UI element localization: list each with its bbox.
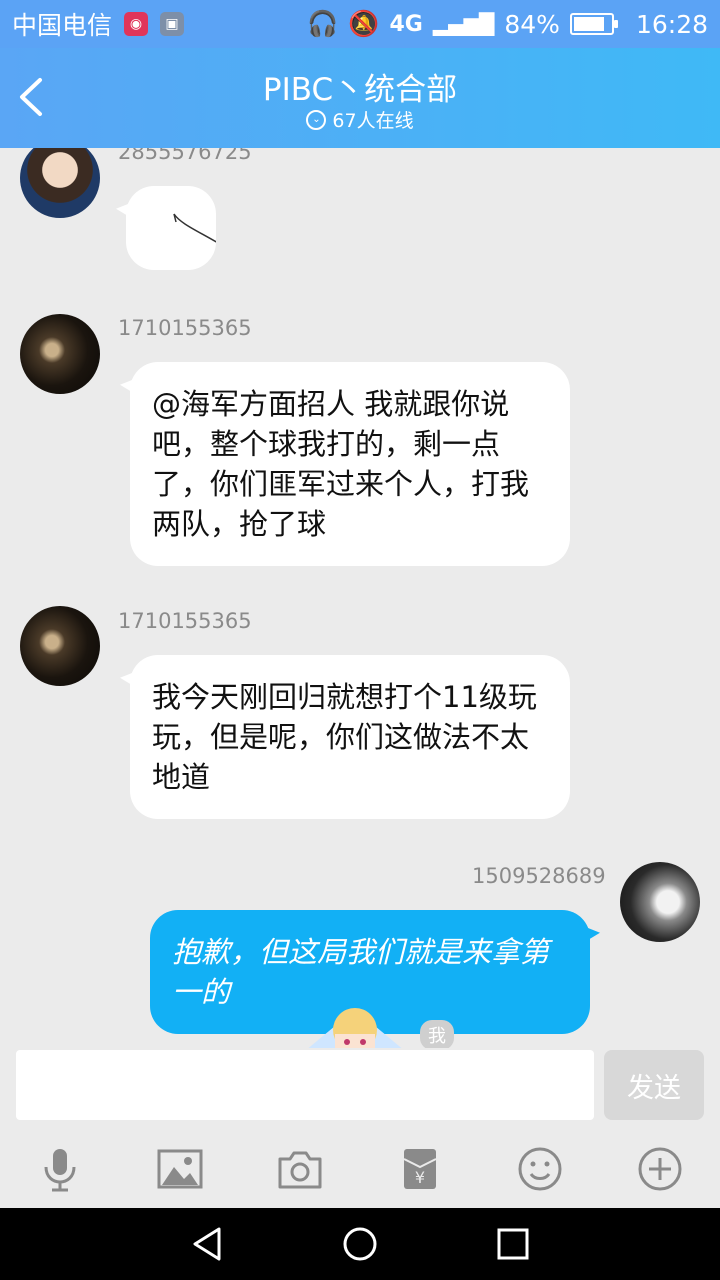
sender-id: 2855576725 xyxy=(118,148,252,164)
carrier-label: 中国电信 xyxy=(12,11,113,40)
chat-area[interactable]: 2855576725 1710155365 @海军方面招人 我就跟你说吧，整个球… xyxy=(0,148,720,1048)
red-packet-button[interactable]: ¥ xyxy=(360,1130,480,1208)
image-button[interactable] xyxy=(120,1130,240,1208)
online-count-label: 67人在线 xyxy=(332,110,414,132)
clock: 16:28 xyxy=(635,9,708,39)
chevron-down-icon: ⌄ xyxy=(306,109,327,130)
send-button[interactable]: 发送 xyxy=(604,1050,704,1120)
camera-icon xyxy=(278,1151,322,1189)
avatar[interactable] xyxy=(20,606,100,686)
image-icon xyxy=(157,1149,203,1189)
battery-icon xyxy=(569,13,618,35)
microphone-icon xyxy=(44,1149,76,1192)
signal-icon: ▂▄▆█ xyxy=(432,12,495,36)
chat-toolbar: ¥ xyxy=(0,1130,720,1208)
message-bubble[interactable]: 我今天刚回归就想打个11级玩玩，但是呢，你们这做法不太地道 xyxy=(130,655,570,819)
network-label: 4G xyxy=(389,11,423,37)
emoji-icon xyxy=(518,1147,562,1191)
more-button[interactable] xyxy=(600,1130,720,1208)
svg-text:¥: ¥ xyxy=(415,1168,425,1187)
anime-sticker xyxy=(308,1008,402,1048)
avatar[interactable] xyxy=(20,148,100,218)
gallery-app-icon: ▣ xyxy=(160,12,185,36)
headphones-icon: 🎧 xyxy=(307,9,339,38)
message-bubble[interactable] xyxy=(126,186,237,270)
system-nav-bar xyxy=(0,1208,720,1280)
online-count[interactable]: ⌄ 67人在线 xyxy=(0,106,720,133)
voice-button[interactable] xyxy=(0,1130,120,1208)
status-bar: 中国电信 ◉ ▣ 🎧 🔕 4G ▂▄▆█ 84% 16:28 xyxy=(0,0,720,48)
avatar[interactable] xyxy=(620,862,700,942)
back-triangle-icon[interactable] xyxy=(187,1224,227,1264)
emoji-button[interactable] xyxy=(480,1130,600,1208)
group-title[interactable]: PIBC丶统合部 xyxy=(0,64,720,109)
red-packet-icon: ¥ xyxy=(403,1149,437,1189)
plus-icon xyxy=(638,1147,682,1191)
me-badge: 我 xyxy=(420,1020,454,1048)
recents-square-icon[interactable] xyxy=(493,1224,533,1264)
message-bubble[interactable]: @海军方面招人 我就跟你说吧，整个球我打的，剩一点了，你们匪军过来个人，打我两队… xyxy=(130,362,570,566)
home-circle-icon[interactable] xyxy=(340,1224,380,1264)
message-input[interactable] xyxy=(16,1050,594,1120)
chat-header: PIBC丶统合部 ⌄ 67人在线 xyxy=(0,48,720,148)
avatar[interactable] xyxy=(20,314,100,394)
music-app-icon: ◉ xyxy=(124,12,149,36)
sticker-scribble xyxy=(173,213,237,255)
sender-id: 1509528689 xyxy=(472,864,606,888)
sender-id: 1710155365 xyxy=(118,316,252,340)
camera-button[interactable] xyxy=(240,1130,360,1208)
input-bar: 发送 xyxy=(0,1048,720,1130)
mute-icon: 🔕 xyxy=(348,9,380,38)
battery-text: 84% xyxy=(504,9,560,39)
sender-id: 1710155365 xyxy=(118,609,252,633)
